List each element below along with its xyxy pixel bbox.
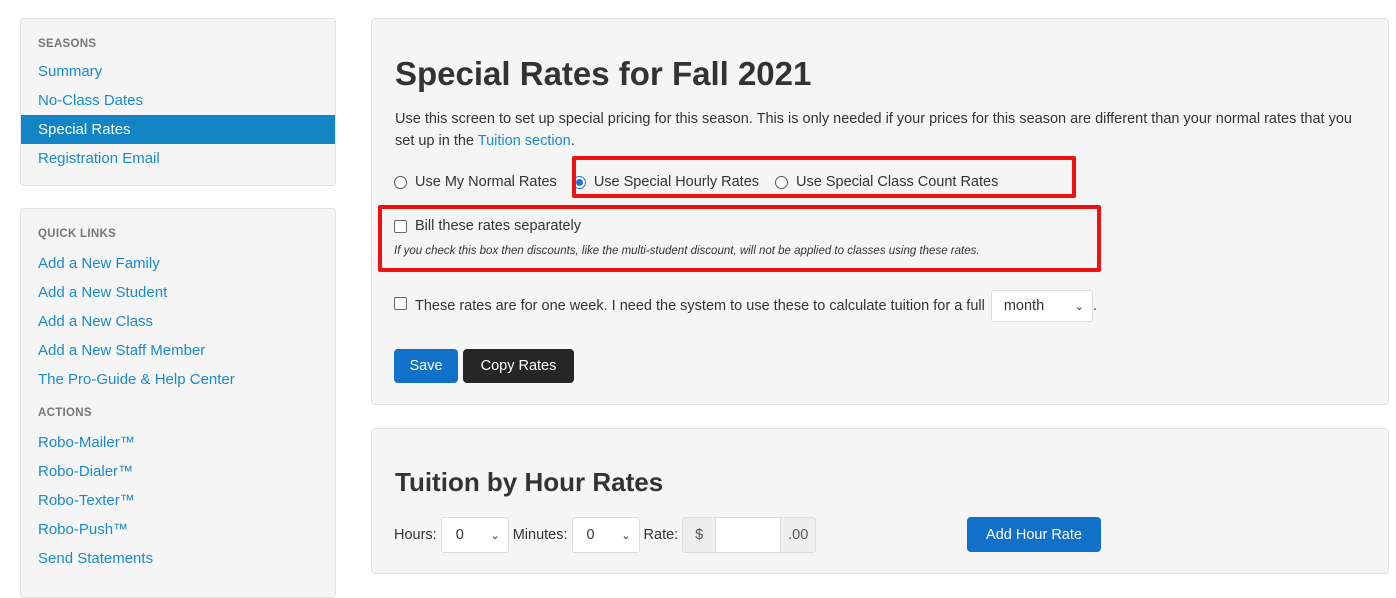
- chevron-down-icon: ⌄: [1074, 300, 1084, 313]
- tuition-by-hour-panel: Tuition by Hour Rates Hours: 0 ⌄ Minutes…: [371, 428, 1389, 574]
- intro-end: .: [570, 133, 575, 149]
- chevron-down-icon: ⌄: [621, 529, 631, 542]
- rate-type-options: Use My Normal Rates Use Special Hourly R…: [394, 171, 1014, 193]
- seasons-panel: SEASONS Summary No-Class Dates Special R…: [20, 18, 336, 186]
- action-robo-mailer[interactable]: Robo-Mailer™: [21, 428, 335, 457]
- minutes-select[interactable]: 0 ⌄: [571, 517, 640, 553]
- save-button[interactable]: Save: [394, 349, 458, 383]
- special-rates-panel: Special Rates for Fall 2021 Use this scr…: [371, 18, 1389, 405]
- bill-separately-label: Bill these rates separately: [415, 218, 582, 234]
- quick-link-add-family[interactable]: Add a New Family: [21, 249, 335, 278]
- action-robo-push[interactable]: Robo-Push™: [21, 515, 335, 544]
- quick-links-panel: QUICK LINKS Add a New Family Add a New S…: [20, 208, 336, 598]
- quick-links-heading: QUICK LINKS: [38, 228, 117, 240]
- radio-normal-rates[interactable]: Use My Normal Rates: [394, 174, 557, 190]
- cents-addon: .00: [780, 517, 817, 553]
- intro-text: Use this screen to set up special pricin…: [395, 108, 1355, 152]
- radio-special-hourly-rates-control[interactable]: [572, 175, 586, 189]
- radio-special-class-count-rates[interactable]: Use Special Class Count Rates: [775, 174, 998, 190]
- period-select-value: month: [1003, 298, 1045, 314]
- quick-link-add-student[interactable]: Add a New Student: [21, 278, 335, 307]
- radio-normal-rates-label: Use My Normal Rates: [415, 174, 557, 190]
- period-select[interactable]: month ⌄: [990, 290, 1093, 322]
- bill-separately-note: If you check this box then discounts, li…: [394, 245, 980, 257]
- hour-rate-form: Hours: 0 ⌄ Minutes: 0 ⌄ Rate: $ .00: [394, 517, 817, 553]
- add-hour-rate-button[interactable]: Add Hour Rate: [967, 517, 1101, 552]
- minutes-select-value: 0: [586, 527, 595, 543]
- week-rates-checkbox[interactable]: [394, 296, 407, 310]
- sidebar-link-summary[interactable]: Summary: [21, 57, 335, 86]
- week-rates-row: These rates are for one week. I need the…: [394, 290, 1097, 322]
- radio-special-hourly-rates[interactable]: Use Special Hourly Rates: [572, 174, 760, 190]
- sidebar-link-registration-email[interactable]: Registration Email: [21, 144, 335, 173]
- bill-separately-row: Bill these rates separately: [394, 216, 581, 236]
- action-send-statements[interactable]: Send Statements: [21, 544, 335, 573]
- minutes-label: Minutes:: [512, 527, 568, 543]
- radio-special-class-count-label: Use Special Class Count Rates: [796, 174, 999, 190]
- week-rates-end: .: [1092, 298, 1097, 314]
- radio-normal-rates-control[interactable]: [394, 175, 407, 189]
- chevron-down-icon: ⌄: [490, 529, 500, 542]
- radio-special-hourly-rates-label: Use Special Hourly Rates: [593, 174, 760, 190]
- hours-select[interactable]: 0 ⌄: [440, 517, 509, 553]
- quick-link-help-center[interactable]: The Pro-Guide & Help Center: [21, 365, 335, 394]
- sidebar-link-no-class-dates[interactable]: No-Class Dates: [21, 86, 335, 115]
- tuition-section-title: Tuition by Hour Rates: [395, 467, 664, 497]
- bill-separately-checkbox[interactable]: [394, 219, 407, 233]
- sidebar-link-special-rates[interactable]: Special Rates: [21, 115, 335, 144]
- week-rates-label: These rates are for one week. I need the…: [415, 298, 985, 314]
- hours-select-value: 0: [455, 527, 464, 543]
- quick-link-add-staff[interactable]: Add a New Staff Member: [21, 336, 335, 365]
- actions-heading: ACTIONS: [38, 407, 92, 419]
- action-robo-dialer[interactable]: Robo-Dialer™: [21, 457, 335, 486]
- currency-addon: $: [682, 517, 717, 553]
- tuition-section-link[interactable]: Tuition section: [478, 133, 571, 149]
- page-title: Special Rates for Fall 2021: [395, 55, 812, 92]
- quick-link-add-class[interactable]: Add a New Class: [21, 307, 335, 336]
- seasons-heading: SEASONS: [38, 38, 97, 50]
- action-robo-texter[interactable]: Robo-Texter™: [21, 486, 335, 515]
- copy-rates-button[interactable]: Copy Rates: [463, 349, 574, 383]
- radio-special-class-count-control[interactable]: [775, 175, 789, 189]
- hours-label: Hours:: [394, 527, 437, 543]
- rate-label: Rate:: [643, 527, 679, 543]
- rate-input[interactable]: [716, 517, 781, 553]
